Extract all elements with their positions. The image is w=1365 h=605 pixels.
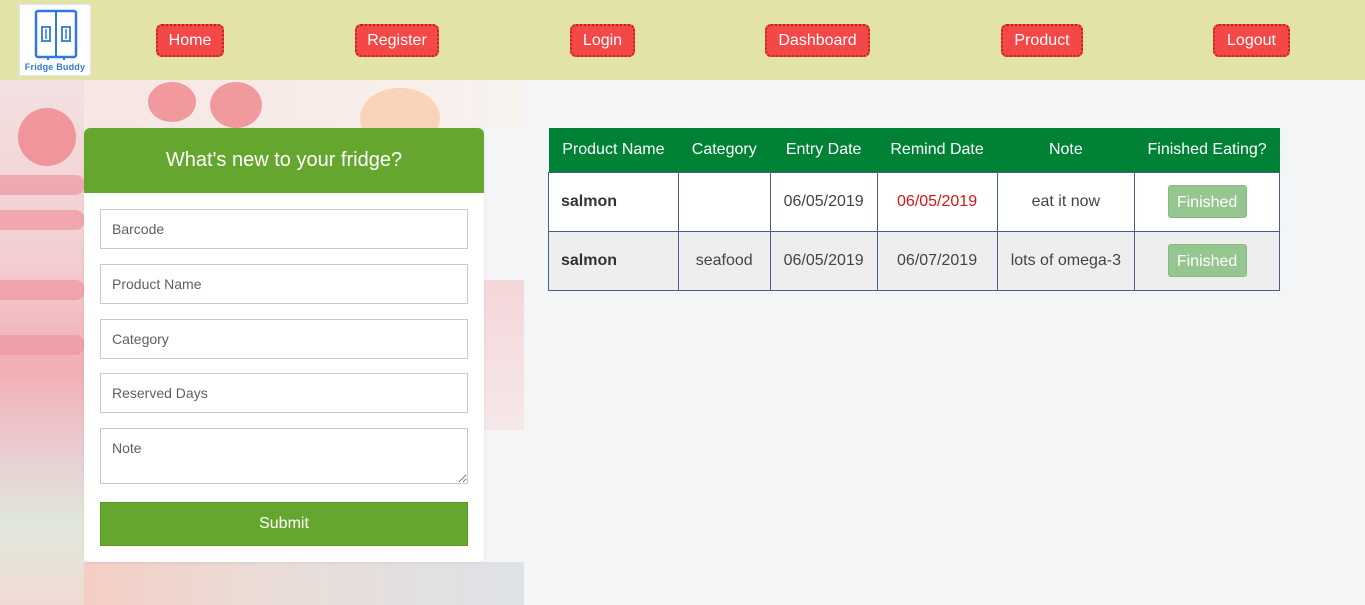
barcode-input[interactable] [100, 209, 468, 249]
product-name-cell: salmon [548, 171, 679, 232]
note-textarea[interactable] [100, 428, 468, 484]
product-name-cell: salmon [548, 230, 679, 291]
products-table: Product Name Category Entry Date Remind … [548, 128, 1280, 291]
nav-register-button[interactable]: Register [355, 24, 439, 57]
table-row: salmon seafood 06/05/2019 06/07/2019 lot… [548, 230, 1280, 291]
category-input[interactable] [100, 319, 468, 359]
strawberry-decoration [148, 82, 196, 122]
nav-dashboard-button[interactable]: Dashboard [765, 24, 870, 57]
product-name-input[interactable] [100, 264, 468, 304]
finished-cell: Finished [1134, 230, 1280, 291]
nav-logout-button[interactable]: Logout [1213, 24, 1290, 57]
reserved-days-input[interactable] [100, 373, 468, 413]
note-cell: eat it now [996, 171, 1136, 232]
finished-button[interactable]: Finished [1167, 185, 1247, 218]
column-header-entry-date: Entry Date [770, 128, 878, 172]
nav-product-button[interactable]: Product [1001, 24, 1083, 57]
note-cell: lots of omega-3 [996, 230, 1136, 291]
column-header-finished-eating: Finished Eating? [1134, 128, 1280, 172]
column-header-product-name: Product Name [548, 128, 679, 172]
column-header-category: Category [678, 128, 771, 172]
form-title: What's new to your fridge? [84, 128, 484, 193]
brand-logo[interactable]: Fridge Buddy [19, 4, 91, 76]
strawberry-decoration [210, 82, 262, 128]
finished-button[interactable]: Finished [1167, 244, 1247, 277]
add-product-form: What's new to your fridge? Submit [84, 128, 484, 562]
table-header-row: Product Name Category Entry Date Remind … [548, 128, 1280, 172]
strawberry-decoration [18, 108, 76, 166]
remind-date-cell: 06/07/2019 [876, 230, 998, 291]
nav-home-button[interactable]: Home [156, 24, 224, 57]
fridge-icon [34, 9, 78, 60]
brand-name: Fridge Buddy [24, 62, 86, 72]
background-produce-bottom [84, 562, 524, 605]
category-cell [677, 171, 771, 232]
submit-button[interactable]: Submit [100, 502, 468, 546]
finished-cell: Finished [1134, 171, 1280, 232]
background-produce-right [484, 280, 524, 430]
remind-date-cell: 06/05/2019 [876, 171, 998, 232]
entry-date-cell: 06/05/2019 [769, 171, 878, 232]
column-header-remind-date: Remind Date [877, 128, 997, 172]
navbar: Fridge Buddy Home Register Login Dashboa… [0, 0, 1365, 80]
column-header-note: Note [997, 128, 1135, 172]
entry-date-cell: 06/05/2019 [769, 230, 878, 291]
category-cell: seafood [677, 230, 771, 291]
nav-login-button[interactable]: Login [570, 24, 635, 57]
table-row: salmon 06/05/2019 06/05/2019 eat it now … [548, 171, 1280, 232]
